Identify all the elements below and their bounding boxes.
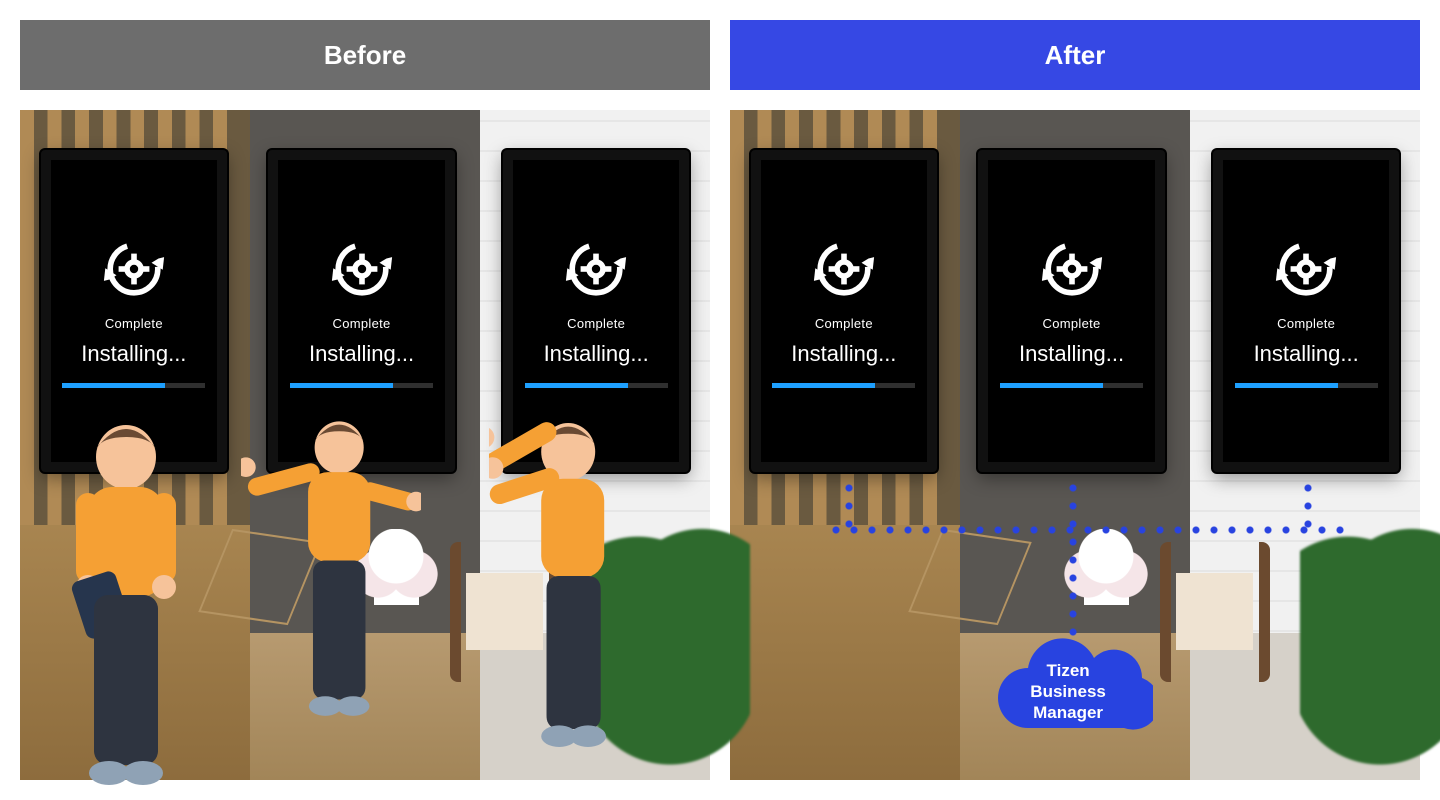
- decorative-plant: [1300, 520, 1440, 780]
- after-panel: After Complete Installing...: [730, 20, 1420, 780]
- technician-illustration: [489, 405, 669, 800]
- before-header: Before: [20, 20, 710, 90]
- before-panel: Before Complete Installing...: [20, 20, 710, 780]
- gear-sync-icon: [327, 234, 397, 304]
- cloud-badge: Tizen Business Manager: [983, 633, 1153, 743]
- network-link: [844, 479, 854, 533]
- progress-bar: [62, 383, 205, 388]
- signage-display: Complete Installing...: [978, 150, 1164, 472]
- signage-display: Complete Installing...: [751, 150, 937, 472]
- display-status: Complete: [815, 316, 873, 331]
- technician-illustration: [34, 405, 214, 800]
- signage-display: Complete Installing...: [1213, 150, 1399, 472]
- display-action: Installing...: [309, 341, 414, 367]
- comparison-wrap: Before Complete Installing...: [0, 0, 1440, 800]
- display-action: Installing...: [81, 341, 186, 367]
- display-status: Complete: [333, 316, 391, 331]
- gear-sync-icon: [809, 234, 879, 304]
- cloud-label: Tizen Business Manager: [1030, 652, 1106, 724]
- gear-sync-icon: [99, 234, 169, 304]
- progress-bar: [1000, 383, 1143, 388]
- display-action: Installing...: [1254, 341, 1359, 367]
- network-link: [1303, 479, 1313, 533]
- before-scene: Complete Installing... Complete Installi…: [20, 110, 710, 780]
- display-status: Complete: [1277, 316, 1335, 331]
- display-action: Installing...: [1019, 341, 1124, 367]
- network-link: [827, 525, 1351, 535]
- technician-illustration: [241, 405, 421, 800]
- display-action: Installing...: [791, 341, 896, 367]
- display-action: Installing...: [544, 341, 649, 367]
- progress-bar: [290, 383, 433, 388]
- gear-sync-icon: [1037, 234, 1107, 304]
- progress-bar: [772, 383, 915, 388]
- progress-bar: [1235, 383, 1378, 388]
- display-status: Complete: [567, 316, 625, 331]
- after-header: After: [730, 20, 1420, 90]
- display-status: Complete: [105, 316, 163, 331]
- gear-sync-icon: [1271, 234, 1341, 304]
- gear-sync-icon: [561, 234, 631, 304]
- progress-bar: [525, 383, 668, 388]
- network-link: [1068, 479, 1078, 640]
- after-scene: Complete Installing... Complete Installi…: [730, 110, 1420, 780]
- display-status: Complete: [1043, 316, 1101, 331]
- decorative-chair: [1160, 542, 1270, 682]
